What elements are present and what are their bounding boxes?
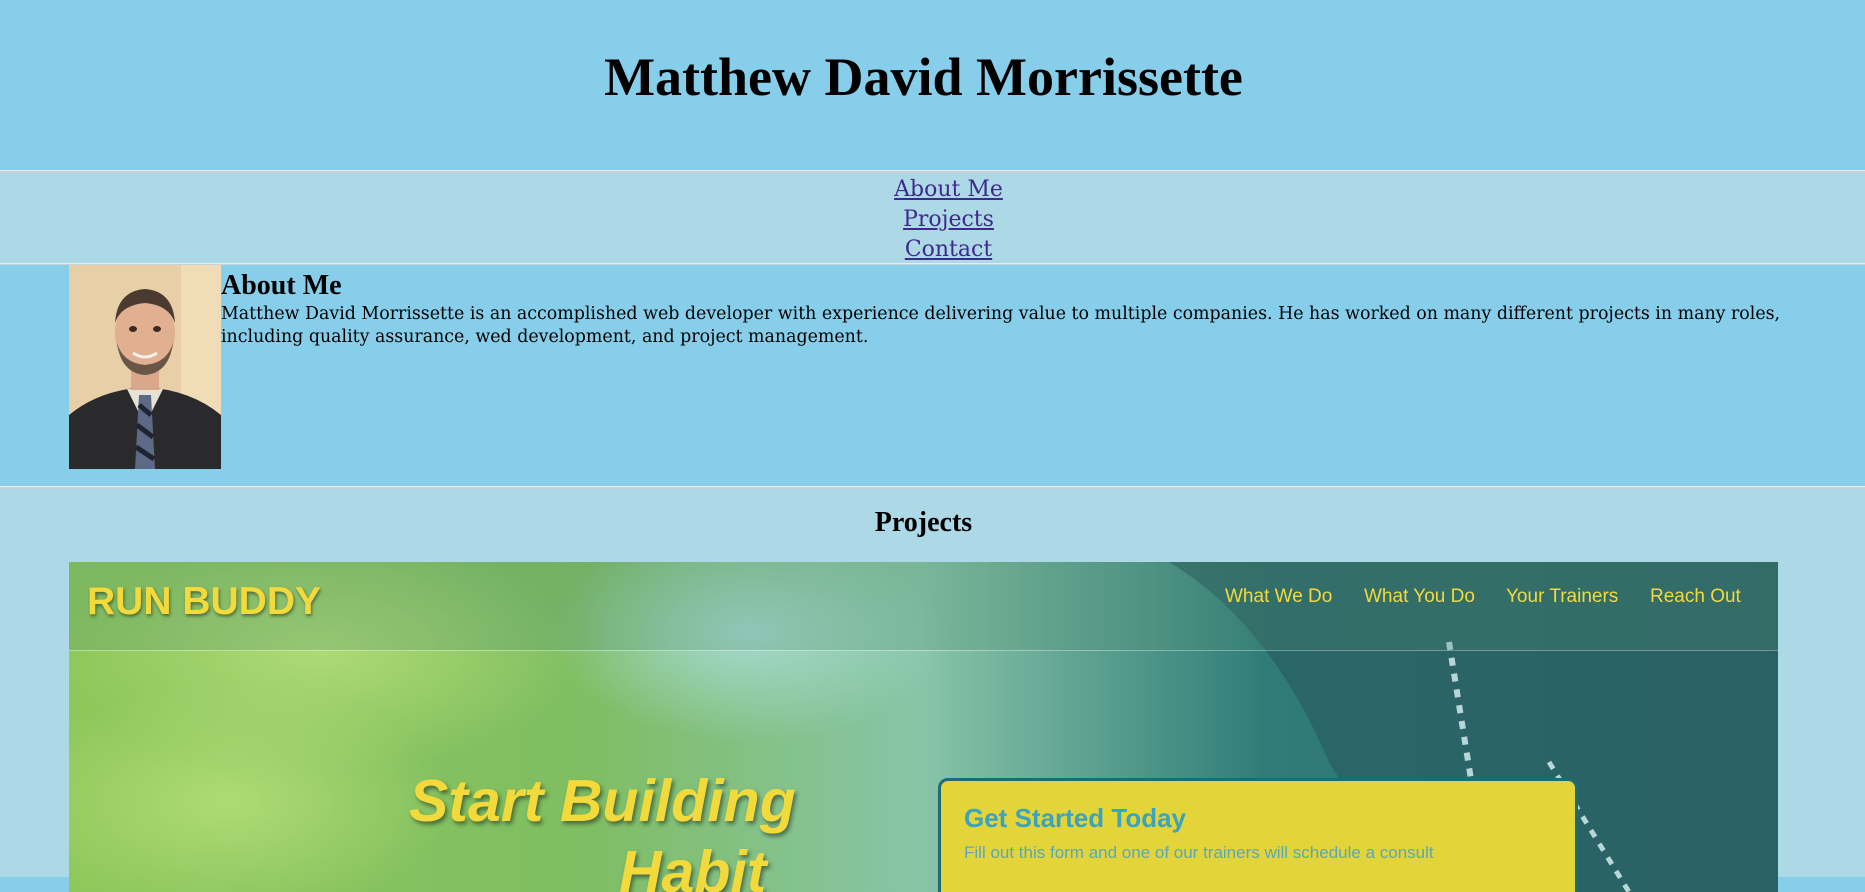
page-title: Matthew David Morrissette bbox=[604, 47, 1243, 107]
run-buddy-header-border bbox=[69, 650, 1778, 651]
projects-heading: Projects bbox=[874, 507, 973, 538]
run-buddy-hero-line-1: Start Building bbox=[409, 768, 796, 834]
project-screenshot-run-buddy[interactable]: RUN BUDDY What We Do What You Do Your Tr… bbox=[69, 562, 1778, 892]
run-buddy-nav-item: Reach Out bbox=[1650, 586, 1741, 607]
about-heading: About Me bbox=[221, 270, 342, 301]
projects-section: Projects RUN BUDDY What We Do What You D… bbox=[0, 489, 1865, 892]
nav-link-projects[interactable]: Projects bbox=[0, 205, 1865, 235]
run-buddy-signup-card: Get Started Today Fill out this form and… bbox=[938, 778, 1578, 892]
about-body: Matthew David Morrissette is an accompli… bbox=[221, 304, 1781, 347]
nav-link-about-me[interactable]: About Me bbox=[0, 175, 1865, 205]
run-buddy-card-subtitle: Fill out this form and one of our traine… bbox=[964, 843, 1434, 862]
run-buddy-nav-item: What We Do bbox=[1225, 586, 1333, 607]
main-nav: About Me Projects Contact bbox=[0, 173, 1865, 263]
run-buddy-hero-line-2: Habit bbox=[619, 839, 767, 892]
run-buddy-logo: RUN BUDDY bbox=[87, 580, 321, 623]
about-section: About Me Matthew David Morrissette is an… bbox=[0, 265, 1865, 485]
run-buddy-nav-item: Your Trainers bbox=[1506, 586, 1619, 607]
profile-photo bbox=[69, 265, 221, 469]
nav-link-contact[interactable]: Contact bbox=[0, 235, 1865, 265]
run-buddy-nav-item: What You Do bbox=[1364, 586, 1475, 607]
run-buddy-card-title: Get Started Today bbox=[964, 803, 1187, 833]
site-header: Matthew David Morrissette bbox=[0, 0, 1865, 171]
